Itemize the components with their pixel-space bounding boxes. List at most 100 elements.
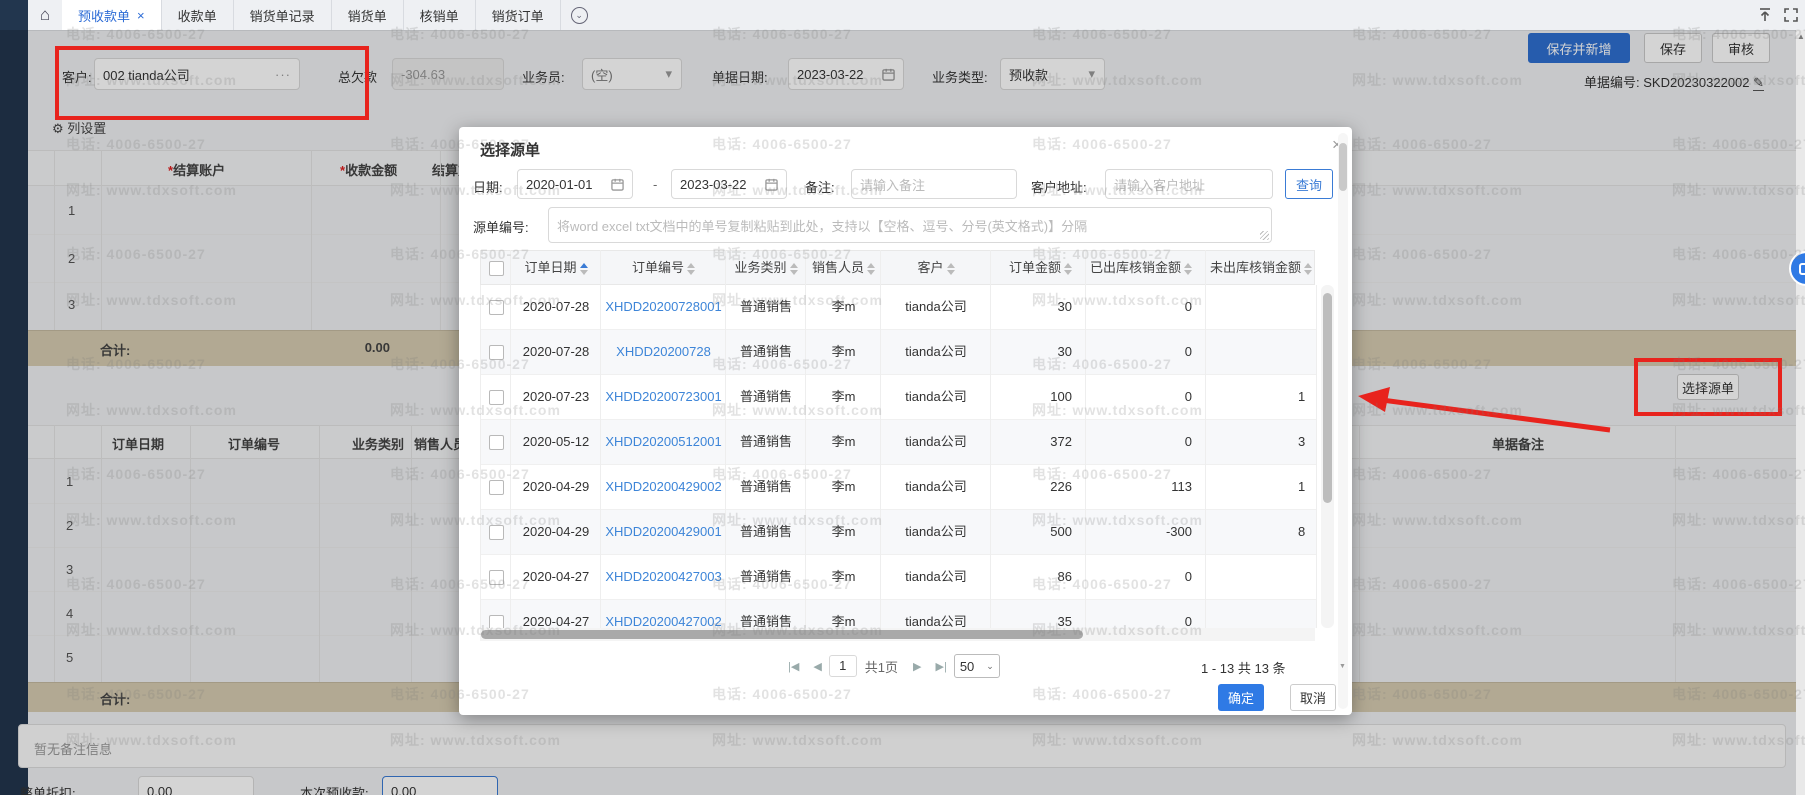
tab-bar: ⌂ 预收款单 × 收款单 销货单记录 销货单 核销单 销货订单 ⌄ <box>28 0 1805 31</box>
cell-order-no-link[interactable]: XHDD20200728 <box>601 330 726 374</box>
table-row[interactable]: 2020-07-28 XHDD20200728 普通销售 李m tianda公司… <box>481 330 1316 375</box>
cell-order-date: 2020-04-27 <box>511 600 601 628</box>
sort-icon[interactable] <box>1184 263 1192 275</box>
row-checkbox[interactable] <box>489 300 504 315</box>
row-checkbox[interactable] <box>489 570 504 585</box>
resize-grip[interactable] <box>1260 231 1269 240</box>
cancel-button[interactable]: 取消 <box>1290 684 1336 711</box>
cell-order-no-link[interactable]: XHDD20200728001 <box>601 285 726 329</box>
tab-close-icon[interactable]: × <box>137 8 145 23</box>
table-row[interactable]: 2020-04-27 XHDD20200427002 普通销售 李m tiand… <box>481 600 1316 628</box>
pin-top-icon[interactable] <box>1757 7 1773 23</box>
col-biz-type[interactable]: 业务类别 <box>726 251 806 284</box>
customer-address-input[interactable]: 请输入客户地址 <box>1105 169 1273 199</box>
scrollbar-thumb[interactable] <box>1323 293 1332 503</box>
confirm-button[interactable]: 确定 <box>1218 684 1264 711</box>
row-checkbox[interactable] <box>489 390 504 405</box>
cell-biz-type: 普通销售 <box>726 555 806 599</box>
cell-seller: 李m <box>806 555 881 599</box>
pagination: |◀ ◀ 1 共1页 ▶ ▶| 50 ⌄ <box>781 654 1000 678</box>
sort-icon[interactable] <box>1064 263 1072 275</box>
tab-label: 收款单 <box>178 6 217 25</box>
page-scrollbar[interactable]: ▲ <box>1796 30 1805 795</box>
table-row[interactable]: 2020-04-29 XHDD20200429002 普通销售 李m tiand… <box>481 465 1316 510</box>
col-unsettled[interactable]: 未出库核销金额 <box>1206 251 1316 284</box>
home-icon[interactable]: ⌂ <box>28 0 62 30</box>
table-vertical-scrollbar[interactable] <box>1321 285 1334 628</box>
table-row[interactable]: 2020-05-12 XHDD20200512001 普通销售 李m tiand… <box>481 420 1316 465</box>
scroll-down-icon[interactable]: ▼ <box>1339 663 1346 670</box>
tab-prepayment-receipt[interactable]: 预收款单 × <box>62 0 162 30</box>
tab-writeoff[interactable]: 核销单 <box>404 0 476 30</box>
tab-sales-record[interactable]: 销货单记录 <box>234 0 332 30</box>
row-checkbox[interactable] <box>489 345 504 360</box>
first-page-icon[interactable]: |◀ <box>788 660 799 673</box>
sort-icon[interactable] <box>687 263 695 275</box>
scrollbar-thumb[interactable] <box>1339 143 1347 191</box>
cell-order-no-link[interactable]: XHDD20200429001 <box>601 510 726 554</box>
col-order-date[interactable]: 订单日期 <box>511 251 601 284</box>
row-checkbox-cell <box>481 330 511 374</box>
row-checkbox[interactable] <box>489 480 504 495</box>
next-page-icon[interactable]: ▶ <box>913 660 921 673</box>
table-row[interactable]: 2020-04-27 XHDD20200427003 普通销售 李m tiand… <box>481 555 1316 600</box>
sort-icon[interactable] <box>580 263 588 275</box>
fullscreen-icon[interactable] <box>1783 7 1799 23</box>
cell-biz-type: 普通销售 <box>726 465 806 509</box>
cell-order-no-link[interactable]: XHDD20200427002 <box>601 600 726 628</box>
sort-icon[interactable] <box>867 263 875 275</box>
page-size-select[interactable]: 50 ⌄ <box>954 654 1000 678</box>
cell-settled: 113 <box>1086 465 1206 509</box>
scrollbar-thumb[interactable] <box>481 630 1083 639</box>
tab-sales-order[interactable]: 销货订单 <box>476 0 561 30</box>
cell-order-no-link[interactable]: XHDD20200512001 <box>601 420 726 464</box>
cell-customer: tianda公司 <box>881 555 991 599</box>
date-to-input[interactable]: 2023-03-22 <box>671 169 787 199</box>
row-checkbox-cell <box>481 510 511 554</box>
cell-biz-type: 普通销售 <box>726 510 806 554</box>
last-page-icon[interactable]: ▶| <box>936 660 947 673</box>
sort-icon[interactable] <box>1304 263 1312 275</box>
cell-seller: 李m <box>806 465 881 509</box>
remark-filter-input[interactable]: 请输入备注 <box>851 169 1017 199</box>
table-horizontal-scrollbar[interactable] <box>480 628 1315 641</box>
cell-biz-type: 普通销售 <box>726 420 806 464</box>
sort-icon[interactable] <box>790 263 798 275</box>
tab-receipt[interactable]: 收款单 <box>162 0 234 30</box>
modal-scrollbar[interactable]: ▼ <box>1338 133 1348 709</box>
calendar-icon[interactable] <box>765 178 778 191</box>
col-settled[interactable]: 已出库核销金额 <box>1086 251 1206 284</box>
col-seller[interactable]: 销售人员 <box>806 251 881 284</box>
cell-order-date: 2020-04-29 <box>511 510 601 554</box>
table-row[interactable]: 2020-04-29 XHDD20200429001 普通销售 李m tiand… <box>481 510 1316 555</box>
tab-history-icon[interactable]: ⌄ <box>571 7 588 24</box>
table-row[interactable]: 2020-07-23 XHDD20200723001 普通销售 李m tiand… <box>481 375 1316 420</box>
row-checkbox[interactable] <box>489 525 504 540</box>
query-button[interactable]: 查询 <box>1285 169 1333 199</box>
col-order-no[interactable]: 订单编号 <box>601 251 726 284</box>
cell-order-no-link[interactable]: XHDD20200427003 <box>601 555 726 599</box>
scroll-up-icon[interactable]: ▲ <box>1797 32 1805 41</box>
tab-label: 销货单 <box>348 6 387 25</box>
col-customer[interactable]: 客户 <box>881 251 991 284</box>
row-checkbox[interactable] <box>489 435 504 450</box>
row-checkbox[interactable] <box>489 615 504 628</box>
cell-amount: 30 <box>991 285 1086 329</box>
prev-page-icon[interactable]: ◀ <box>813 660 821 673</box>
date-from-input[interactable]: 2020-01-01 <box>517 169 633 199</box>
col-amount[interactable]: 订单金额 <box>991 251 1086 284</box>
page-count-label: 共1页 <box>865 657 898 676</box>
source-no-textarea[interactable]: 将word excel txt文档中的单号复制粘贴到此处，支持以【空格、逗号、分… <box>548 207 1272 243</box>
table-row[interactable]: 2020-07-28 XHDD20200728001 普通销售 李m tiand… <box>481 285 1316 330</box>
cell-seller: 李m <box>806 600 881 628</box>
calendar-icon[interactable] <box>611 178 624 191</box>
tab-sales-order-doc[interactable]: 销货单 <box>332 0 404 30</box>
pagination-range: 1 - 13 共 13 条 <box>1201 658 1286 677</box>
cell-amount: 35 <box>991 600 1086 628</box>
select-source-order-modal: 选择源单 × 日期: 2020-01-01 - 2023-03-22 备注: 请… <box>459 127 1352 715</box>
page-number-input[interactable]: 1 <box>829 655 857 677</box>
sort-icon[interactable] <box>947 263 955 275</box>
select-all-checkbox[interactable] <box>489 261 504 276</box>
cell-order-no-link[interactable]: XHDD20200429002 <box>601 465 726 509</box>
cell-order-no-link[interactable]: XHDD20200723001 <box>601 375 726 419</box>
